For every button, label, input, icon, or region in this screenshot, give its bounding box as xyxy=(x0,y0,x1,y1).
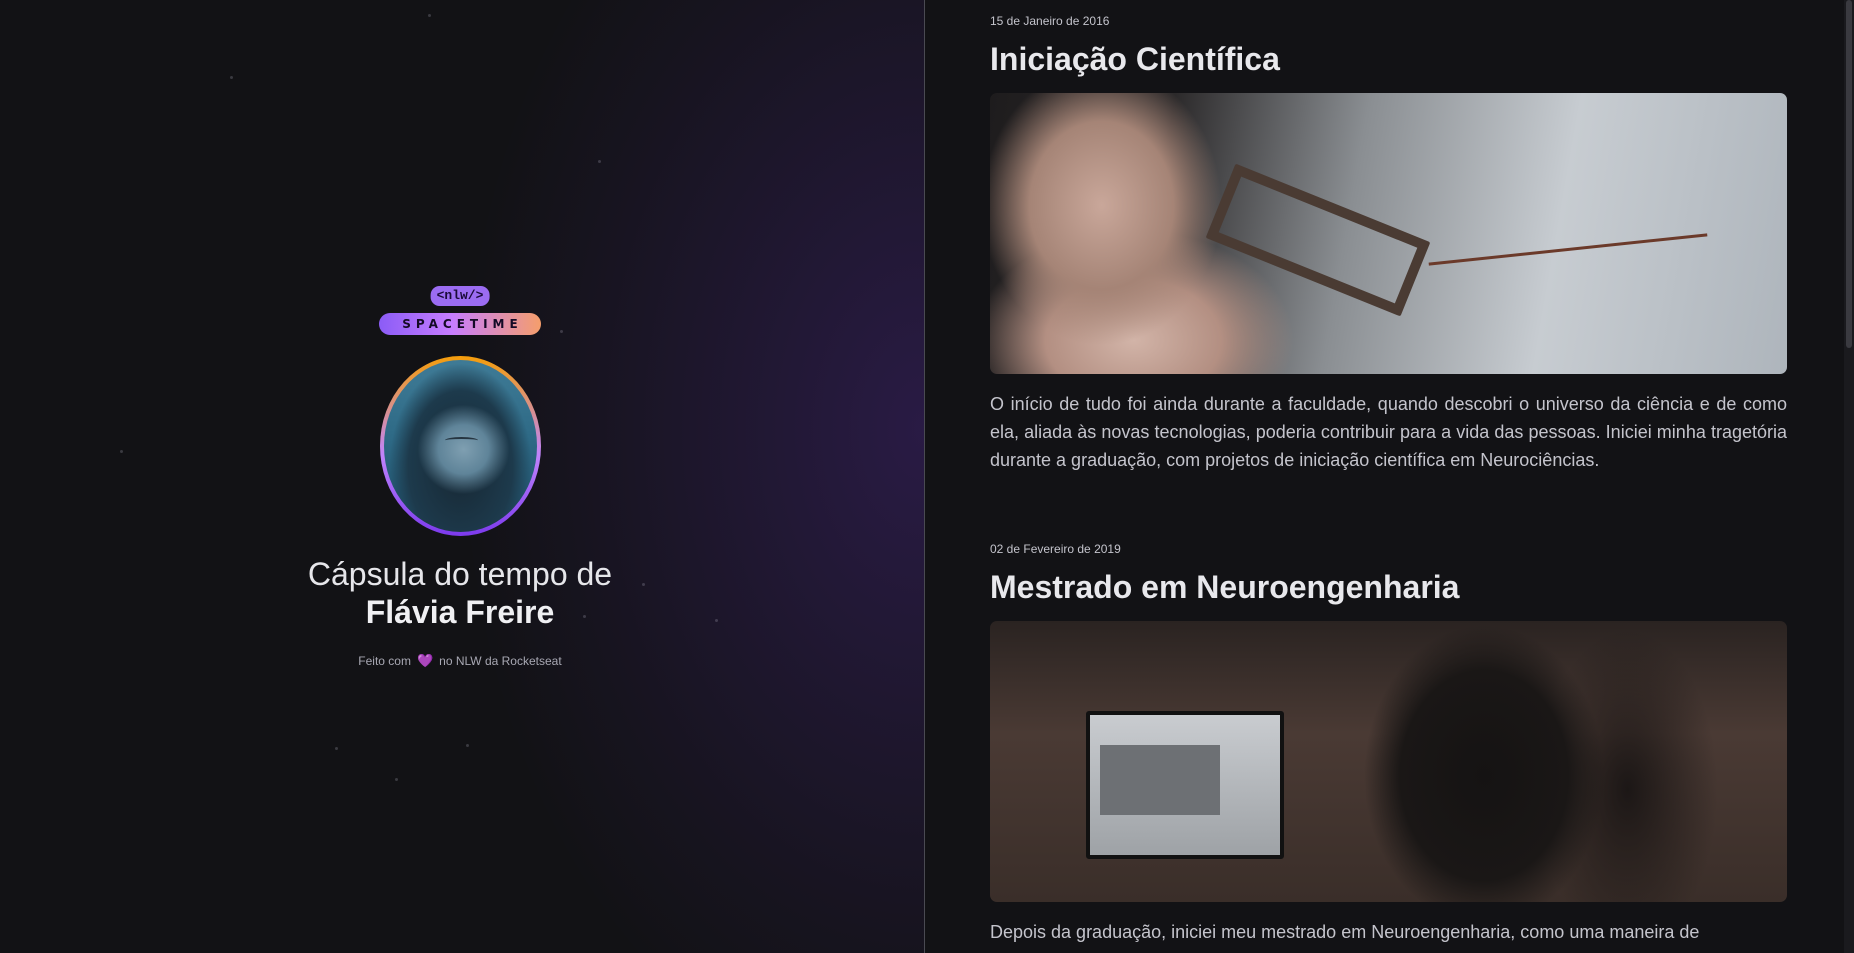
star xyxy=(335,747,338,750)
memory-date: 15 de Janeiro de 2016 xyxy=(990,14,1110,28)
image-device-shape xyxy=(1205,163,1431,317)
profile-panel: <nlw/> SPACETIME Cápsula do tempo de Flá… xyxy=(0,0,925,953)
image-monitor-shape xyxy=(1085,710,1284,859)
profile-hero: <nlw/> SPACETIME Cápsula do tempo de Flá… xyxy=(0,286,920,669)
memory-image xyxy=(990,93,1787,374)
star xyxy=(230,76,233,79)
made-with-prefix: Feito com xyxy=(358,654,411,668)
memory-date: 02 de Fevereiro de 2019 xyxy=(990,542,1121,556)
memory-image xyxy=(990,621,1787,902)
app-root: <nlw/> SPACETIME Cápsula do tempo de Flá… xyxy=(0,0,1854,953)
spacetime-logo: <nlw/> SPACETIME xyxy=(379,286,541,336)
logo-bar: SPACETIME xyxy=(379,313,541,335)
memory-title: Iniciação Científica xyxy=(990,41,1280,77)
scrollbar[interactable] xyxy=(1844,0,1854,953)
made-with-suffix: no NLW da Rocketseat xyxy=(439,654,562,668)
scrollbar-thumb[interactable] xyxy=(1846,0,1852,348)
memory-item: 02 de Fevereiro de 2019 Mestrado em Neur… xyxy=(990,542,1787,946)
logo-name: SPACETIME xyxy=(402,317,523,331)
memory-text: O início de tudo foi ainda durante a fac… xyxy=(990,394,1787,470)
avatar xyxy=(383,360,537,532)
capsule-title-prefix: Cápsula do tempo de xyxy=(307,556,613,592)
memories-feed[interactable]: 15 de Janeiro de 2016 Iniciação Científi… xyxy=(925,0,1854,953)
made-with-footer: Feito com 💜 no NLW da Rocketseat xyxy=(358,653,561,669)
star xyxy=(395,778,398,781)
avatar-ring xyxy=(379,356,541,536)
logo-tag: <nlw/> xyxy=(430,286,490,306)
heart-icon: 💜 xyxy=(416,653,434,668)
image-wire-shape xyxy=(1428,232,1708,266)
star xyxy=(428,14,431,17)
capsule-owner-name: Flávia Freire xyxy=(365,594,555,630)
memory-text: Depois da graduação, iniciei meu mestrad… xyxy=(990,922,1700,942)
star xyxy=(466,744,469,747)
memory-item: 15 de Janeiro de 2016 Iniciação Científi… xyxy=(990,14,1787,474)
memory-title: Mestrado em Neuroengenharia xyxy=(990,569,1460,605)
star xyxy=(598,160,601,163)
